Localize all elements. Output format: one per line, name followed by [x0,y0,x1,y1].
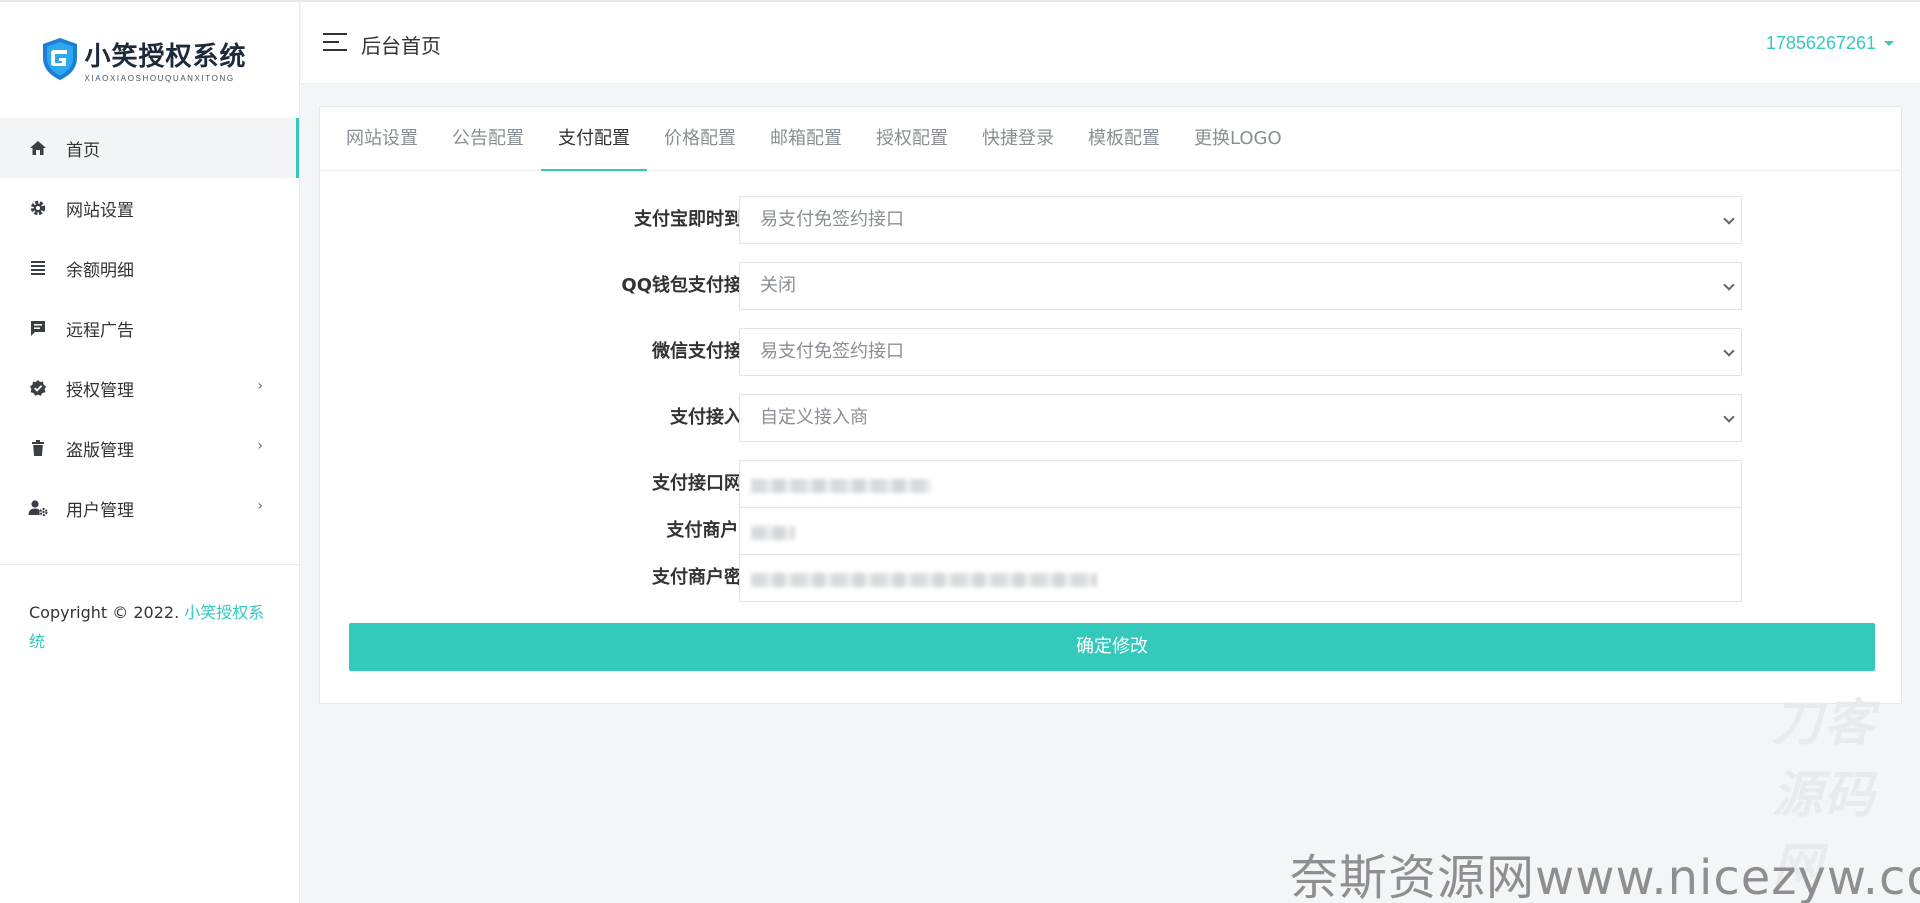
sidebar-item-label: 盗版管理 [66,440,134,461]
logo[interactable]: 小笑授权系统 XIAOXIAOSHOUQUANXITONG [0,2,299,116]
redacted-value [751,479,931,493]
qqpay-select[interactable]: 关闭 [739,262,1742,310]
sidebar-item-balance[interactable]: 余额明细 [0,238,299,298]
sidebar-item-site-settings[interactable]: 网站设置 [0,178,299,238]
chevron-right-icon: › [257,438,263,454]
sidebar-item-label: 授权管理 [66,380,134,401]
sidebar-item-label: 用户管理 [66,500,134,521]
brand-title: 小笑授权系统 [84,41,247,72]
submit-button[interactable]: 确定修改 [349,623,1875,671]
sidebar-nav: 首页 网站设置 余额明细 远程广告 授权管理 › 盗版管理 › 用户管理 › [0,118,299,538]
page-title: 后台首页 [361,34,441,58]
tab-quick-login[interactable]: 快捷登录 [965,107,1071,170]
tab-template[interactable]: 模板配置 [1071,107,1177,170]
form-row-api-url: 支付接口网址 [320,460,1903,508]
sidebar-item-label: 网站设置 [66,200,134,221]
user-menu[interactable]: 17856267261 [1766,33,1894,54]
merchant-id-input[interactable] [739,507,1742,555]
form-row-wxpay: 微信支付接口 易支付免签约接口 [320,328,1903,376]
tab-change-logo[interactable]: 更换LOGO [1177,107,1299,170]
alipay-select-value: 易支付免签约接口 [760,209,904,230]
sidebar-divider [0,564,299,565]
api-url-input[interactable] [739,460,1742,508]
message-icon [28,318,48,338]
sidebar: 小笑授权系统 XIAOXIAOSHOUQUANXITONG 首页 网站设置 余额… [0,2,300,903]
gear-icon [28,198,48,218]
merchant-key-input[interactable] [739,554,1742,602]
menu-toggle-icon[interactable] [323,33,347,53]
form-row-qqpay: QQ钱包支付接口 关闭 [320,262,1903,310]
chevron-right-icon: › [257,498,263,514]
form-row-provider: 支付接入商 自定义接入商 [320,394,1903,442]
tab-mail[interactable]: 邮箱配置 [753,107,859,170]
settings-tabs: 网站设置 公告配置 支付配置 价格配置 邮箱配置 授权配置 快捷登录 模板配置 … [320,107,1901,171]
provider-select[interactable]: 自定义接入商 [739,394,1742,442]
sidebar-item-license[interactable]: 授权管理 › [0,358,299,418]
sidebar-item-label: 首页 [66,140,100,161]
shield-logo-icon [40,36,80,82]
watermark-corner: 奈斯资源网www.nicezyw.com [1290,850,1920,903]
tab-payment[interactable]: 支付配置 [541,107,647,171]
copyright: Copyright © 2022. 小笑授权系统 [29,598,269,656]
caret-down-icon [1884,41,1894,46]
sidebar-item-users[interactable]: 用户管理 › [0,478,299,538]
chevron-down-icon [1723,411,1735,423]
user-gear-icon [28,498,48,518]
form-row-alipay: 支付宝即时到账 易支付免签约接口 [320,196,1903,244]
list-icon [28,258,48,278]
trash-icon [28,438,48,458]
alipay-select[interactable]: 易支付免签约接口 [739,196,1742,244]
copyright-text: Copyright © 2022. [29,603,185,622]
tab-license[interactable]: 授权配置 [859,107,965,170]
chevron-right-icon: › [257,378,263,394]
sidebar-item-label: 远程广告 [66,320,134,341]
redacted-value [751,526,795,540]
sidebar-item-remote-ads[interactable]: 远程广告 [0,298,299,358]
tab-price[interactable]: 价格配置 [647,107,753,170]
sidebar-item-piracy[interactable]: 盗版管理 › [0,418,299,478]
top-header: 后台首页 17856267261 [301,2,1920,84]
user-name: 17856267261 [1765,33,1876,53]
provider-select-value: 自定义接入商 [760,407,868,428]
badge-check-icon [28,378,48,398]
home-icon [28,138,48,158]
chevron-down-icon [1723,345,1735,357]
tab-notice[interactable]: 公告配置 [435,107,541,170]
redacted-value [751,573,1097,587]
chevron-down-icon [1723,213,1735,225]
tab-site-settings[interactable]: 网站设置 [329,107,435,170]
wxpay-select[interactable]: 易支付免签约接口 [739,328,1742,376]
form-row-merchant-key: 支付商户密钥 [320,554,1903,602]
qqpay-select-value: 关闭 [760,275,796,296]
brand-subtitle: XIAOXIAOSHOUQUANXITONG [84,73,235,83]
sidebar-item-label: 余额明细 [66,260,134,281]
wxpay-select-value: 易支付免签约接口 [760,341,904,362]
settings-card: 网站设置 公告配置 支付配置 价格配置 邮箱配置 授权配置 快捷登录 模板配置 … [319,106,1903,896]
chevron-down-icon [1723,279,1735,291]
sidebar-item-home[interactable]: 首页 [0,118,299,178]
form-row-merchant-id: 支付商户ID [320,507,1903,555]
